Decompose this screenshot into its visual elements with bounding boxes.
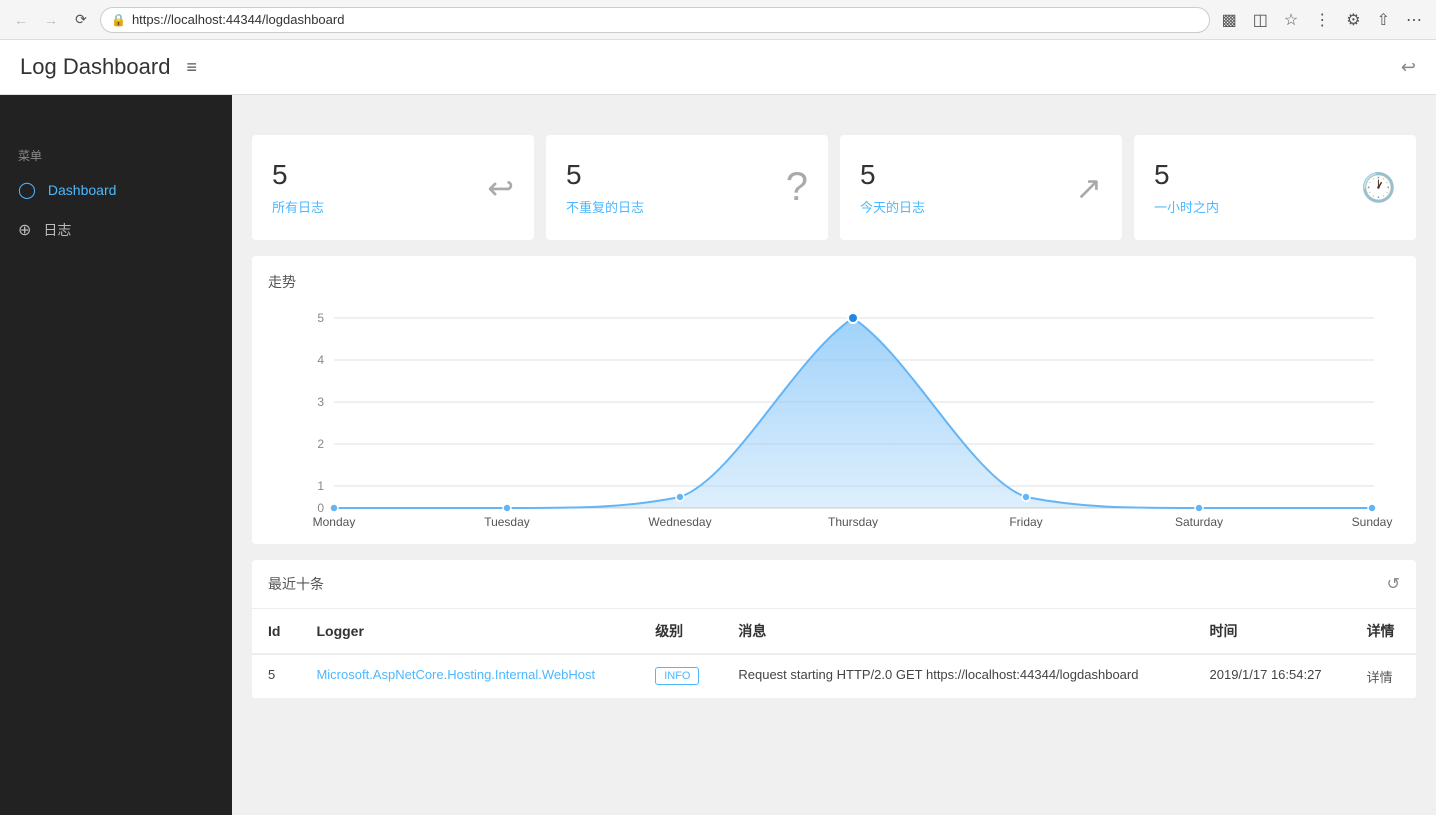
table-refresh-button[interactable]: ↺: [1387, 574, 1400, 594]
sidebar-item-dashboard[interactable]: ◯ Dashboard: [0, 170, 232, 210]
stat-number-unique: 5: [566, 159, 644, 191]
svg-text:Friday: Friday: [1009, 515, 1042, 528]
table-header: 最近十条 ↺: [252, 560, 1416, 609]
sidebar-dashboard-icon: ◯: [18, 180, 36, 200]
svg-text:Sunday: Sunday: [1352, 515, 1393, 528]
browser-more-btn[interactable]: ⋯: [1402, 8, 1426, 32]
stats-row: 5 所有日志 ↩ 5 不重复的日志 ? 5 今天的日志 ↗: [252, 135, 1416, 240]
logs-table: Id Logger 级别 消息 时间 详情 5 Microsoft.AspNet…: [252, 609, 1416, 699]
cell-logger: Microsoft.AspNetCore.Hosting.Internal.We…: [300, 654, 639, 699]
stat-card-today-logs: 5 今天的日志 ↗: [840, 135, 1122, 240]
svg-text:0: 0: [317, 501, 324, 515]
svg-text:Monday: Monday: [313, 515, 356, 528]
browser-profile-btn[interactable]: ⚙: [1342, 8, 1364, 32]
cell-level: INFO: [639, 654, 722, 699]
table-card: 最近十条 ↺ Id Logger 级别 消息 时间 详情 5: [252, 560, 1416, 699]
browser-refresh-btn[interactable]: ⟳: [70, 9, 92, 31]
page-title: Log Dashboard: [20, 54, 170, 80]
level-badge: INFO: [655, 667, 699, 685]
svg-text:1: 1: [317, 479, 324, 493]
cell-time: 2019/1/17 16:54:27: [1194, 654, 1351, 699]
stat-number-today: 5: [860, 159, 925, 191]
col-logger: Logger: [300, 609, 639, 654]
stat-label-unique: 不重复的日志: [566, 197, 644, 216]
back-icon-button[interactable]: ↩: [1401, 57, 1416, 78]
all-logs-icon: ↩: [487, 169, 514, 207]
svg-text:Saturday: Saturday: [1175, 515, 1223, 528]
stat-number-hour: 5: [1154, 159, 1219, 191]
trend-chart: 5 4 3 2 1 0: [268, 308, 1400, 528]
browser-share-btn[interactable]: ⇧: [1373, 8, 1394, 32]
stat-card-unique-logs: 5 不重复的日志 ?: [546, 135, 828, 240]
stat-label-hour: 一小时之内: [1154, 197, 1219, 216]
col-level: 级别: [639, 609, 722, 654]
chart-card: 走势 5 4 3 2 1 0: [252, 256, 1416, 544]
col-message: 消息: [722, 609, 1193, 654]
browser-back-btn[interactable]: ←: [10, 9, 32, 31]
stat-info-all: 5 所有日志: [272, 159, 324, 216]
browser-forward-btn[interactable]: →: [40, 9, 62, 31]
page-header-right: ↩: [1401, 57, 1416, 78]
app-container: 菜单 ◯ Dashboard ⊕ 日志 5 所有日志 ↩ 5 不重复的日志: [0, 40, 1436, 815]
browser-address-bar[interactable]: 🔒 https://localhost:44344/logdashboard: [100, 7, 1210, 33]
col-time: 时间: [1194, 609, 1351, 654]
sidebar-item-logs[interactable]: ⊕ 日志: [0, 210, 232, 250]
cell-id: 5: [252, 654, 300, 699]
unique-logs-icon: ?: [786, 165, 808, 210]
stat-info-unique: 5 不重复的日志: [566, 159, 644, 216]
svg-text:5: 5: [317, 311, 324, 325]
cell-detail: 详情: [1351, 654, 1416, 699]
svg-text:Tuesday: Tuesday: [484, 515, 530, 528]
browser-settings-btn[interactable]: ⋮: [1310, 8, 1334, 32]
stat-number-all: 5: [272, 159, 324, 191]
lock-icon: 🔒: [111, 13, 126, 27]
svg-text:4: 4: [317, 353, 324, 367]
menu-toggle-button[interactable]: ≡: [186, 57, 197, 78]
sidebar-item-logs-label: 日志: [43, 220, 71, 240]
svg-text:3: 3: [317, 395, 324, 409]
svg-text:Wednesday: Wednesday: [648, 515, 711, 528]
stat-label-today: 今天的日志: [860, 197, 925, 216]
chart-title: 走势: [268, 272, 1400, 292]
table-title: 最近十条: [268, 574, 324, 594]
chart-area: 5 4 3 2 1 0: [268, 308, 1400, 528]
svg-text:2: 2: [317, 437, 324, 451]
stat-info-today: 5 今天的日志: [860, 159, 925, 216]
browser-favorite-star[interactable]: ☆: [1280, 8, 1302, 32]
cell-message: Request starting HTTP/2.0 GET https://lo…: [722, 654, 1193, 699]
main-content: 5 所有日志 ↩ 5 不重复的日志 ? 5 今天的日志 ↗: [232, 40, 1436, 815]
today-logs-icon: ↗: [1075, 169, 1102, 207]
logger-link[interactable]: Microsoft.AspNetCore.Hosting.Internal.We…: [316, 667, 595, 682]
stat-card-all-logs: 5 所有日志 ↩: [252, 135, 534, 240]
table-header-row: Id Logger 级别 消息 时间 详情: [252, 609, 1416, 654]
browser-split-btn[interactable]: ◫: [1249, 8, 1272, 32]
browser-actions: ▩ ◫ ☆ ⋮ ⚙ ⇧ ⋯: [1218, 8, 1426, 32]
col-id: Id: [252, 609, 300, 654]
stat-label-all: 所有日志: [272, 197, 324, 216]
sidebar-logs-icon: ⊕: [18, 220, 31, 240]
browser-url: https://localhost:44344/logdashboard: [132, 12, 345, 27]
stat-card-hour-logs: 5 一小时之内 🕐: [1134, 135, 1416, 240]
hour-logs-icon: 🕐: [1361, 171, 1396, 204]
svg-text:Thursday: Thursday: [828, 515, 878, 528]
detail-link[interactable]: 详情: [1367, 670, 1393, 685]
page-header: Log Dashboard ≡ ↩: [0, 40, 1436, 95]
stat-info-hour: 5 一小时之内: [1154, 159, 1219, 216]
sidebar: 菜单 ◯ Dashboard ⊕ 日志: [0, 40, 232, 815]
col-detail: 详情: [1351, 609, 1416, 654]
browser-chrome: ← → ⟳ 🔒 https://localhost:44344/logdashb…: [0, 0, 1436, 40]
sidebar-section-label: 菜单: [0, 135, 232, 170]
sidebar-item-dashboard-label: Dashboard: [48, 182, 117, 198]
table-row: 5 Microsoft.AspNetCore.Hosting.Internal.…: [252, 654, 1416, 699]
browser-extensions-btn[interactable]: ▩: [1218, 8, 1241, 32]
